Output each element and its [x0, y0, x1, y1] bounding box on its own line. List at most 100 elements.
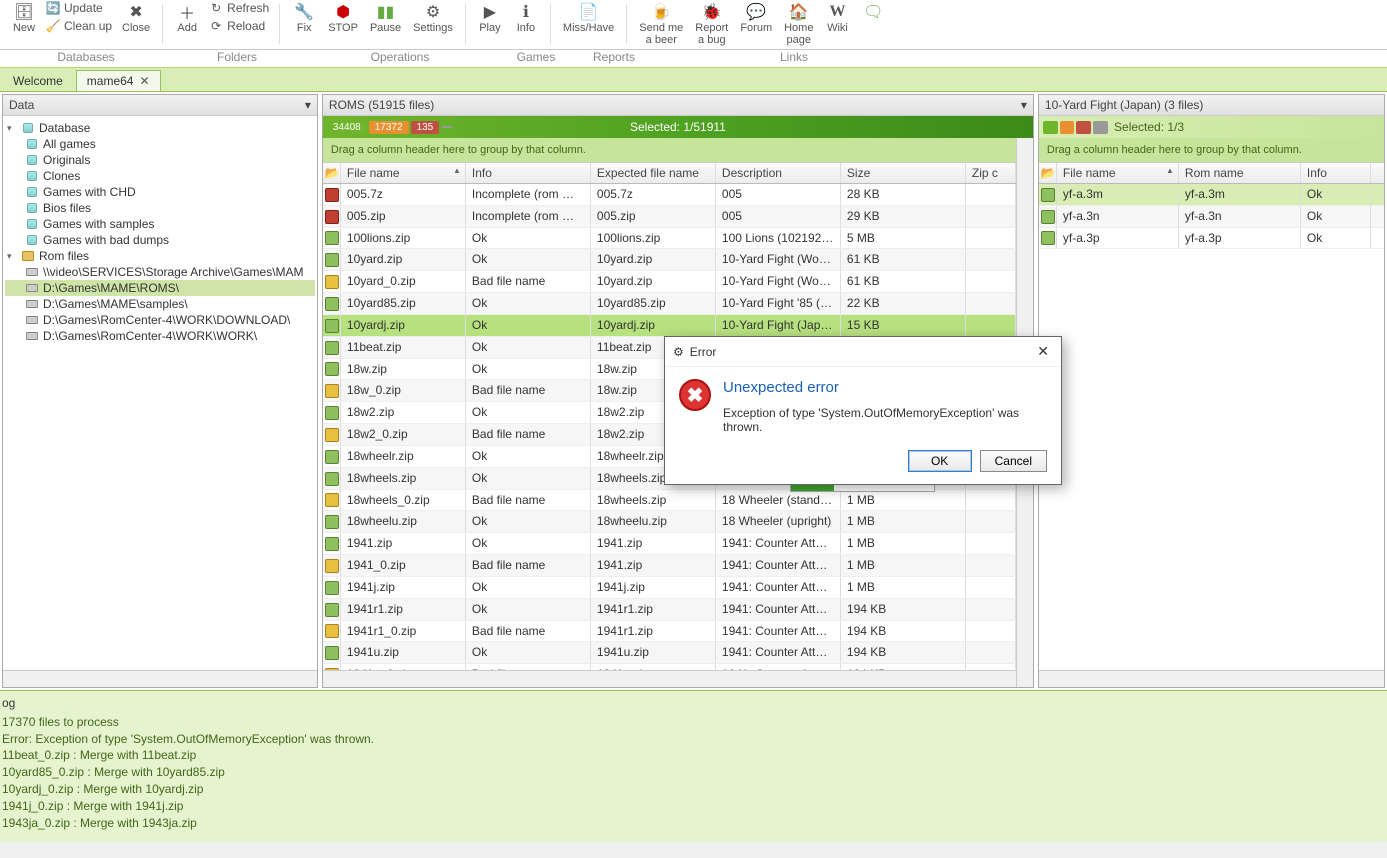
roms-row[interactable]: 18wheelu.zipOk18wheelu.zip18 Wheeler (up… [323, 511, 1016, 533]
tree-chd[interactable]: Games with CHD [5, 184, 315, 200]
chip-unk[interactable] [441, 126, 453, 128]
refresh-button[interactable]: ↻Refresh [205, 0, 273, 16]
cleanup-button[interactable]: 🧹Clean up [42, 18, 116, 34]
detail-col-filename[interactable]: File name [1057, 163, 1179, 183]
row-status-icon [325, 493, 339, 507]
group-hint[interactable]: Drag a column header here to group by th… [323, 138, 1016, 162]
dialog-ok-button[interactable]: OK [908, 450, 972, 472]
tree-database[interactable]: ▾Database [5, 120, 315, 136]
tree-path-1[interactable]: \\video\SERVICES\Storage Archive\Games\M… [5, 264, 315, 280]
beer-button[interactable]: 🍺Send me a beer [633, 0, 689, 48]
roms-row[interactable]: 1941u.zipOk1941u.zip1941: Counter Attack… [323, 642, 1016, 664]
info-button[interactable]: ℹInfo [508, 0, 544, 36]
log-line: 10yard85_0.zip : Merge with 10yard85.zip [2, 764, 1385, 781]
detail-col-info[interactable]: Info [1301, 163, 1371, 183]
chip-ok[interactable]: 34408 [327, 121, 367, 134]
tree-path-4[interactable]: D:\Games\RomCenter-4\WORK\DOWNLOAD\ [5, 312, 315, 328]
tab-welcome[interactable]: Welcome [2, 70, 74, 91]
settings-button[interactable]: ⚙Settings [407, 0, 459, 36]
dialog-heading: Unexpected error [723, 379, 1047, 396]
tree-clones[interactable]: Clones [5, 168, 315, 184]
roms-row[interactable]: 1941r1_0.zipBad file name1941r1.zip1941:… [323, 621, 1016, 643]
roms-panel-menu-icon[interactable]: ▾ [1021, 98, 1027, 112]
tree-bad-dumps[interactable]: Games with bad dumps [5, 232, 315, 248]
roms-row[interactable]: 005.7zIncomplete (rom missi...005.7z0052… [323, 184, 1016, 206]
home-button[interactable]: 🏠Home page [778, 0, 819, 48]
fix-button[interactable]: 🔧Fix [286, 0, 322, 36]
tree-samples[interactable]: Games with samples [5, 216, 315, 232]
tree-all-games[interactable]: All games [5, 136, 315, 152]
tree-path-2[interactable]: D:\Games\MAME\ROMS\ [5, 280, 315, 296]
tab-mame64[interactable]: mame64✕ [76, 70, 161, 91]
detail-grid-header: 📂 File name Rom name Info [1039, 162, 1384, 184]
misshave-button[interactable]: 📄Miss/Have [557, 0, 620, 36]
data-tree-panel: Data▾ ▾Database All games Originals Clon… [2, 94, 318, 688]
row-status-icon [325, 559, 339, 573]
forum-button[interactable]: 💬Forum [734, 0, 778, 36]
detail-chip-err[interactable] [1076, 121, 1091, 134]
row-status-icon [1041, 188, 1055, 202]
col-description[interactable]: Description [716, 163, 841, 183]
filter-icon[interactable]: 📂 [325, 166, 341, 180]
col-size[interactable]: Size [841, 163, 966, 183]
wiki-button[interactable]: WWiki [819, 0, 855, 36]
roms-row[interactable]: 10yardj.zipOk10yardj.zip10-Yard Fight (J… [323, 315, 1016, 337]
tree-path-5[interactable]: D:\Games\RomCenter-4\WORK\WORK\ [5, 328, 315, 344]
col-expected[interactable]: Expected file name [591, 163, 716, 183]
roms-row[interactable]: 10yard_0.zipBad file name10yard.zip10-Ya… [323, 271, 1016, 293]
roms-row[interactable]: 1941.zipOk1941.zip1941: Counter Attack (… [323, 533, 1016, 555]
roms-row[interactable]: 100lions.zipOk100lions.zip100 Lions (102… [323, 228, 1016, 250]
update-button[interactable]: 🔄Update [42, 0, 116, 16]
chip-err[interactable]: 135 [411, 121, 440, 134]
detail-chip-unk[interactable] [1093, 121, 1108, 134]
tree-path-3[interactable]: D:\Games\MAME\samples\ [5, 296, 315, 312]
detail-chip-ok[interactable] [1043, 121, 1058, 134]
detail-row[interactable]: yf-a.3pyf-a.3pOk [1039, 228, 1384, 250]
new-button[interactable]: 🗄New [6, 0, 42, 36]
ribbon: 🗄New 🔄Update 🧹Clean up ✖Close ＋Add ↻Refr… [0, 0, 1387, 50]
detail-selected-count: Selected: 1/3 [1114, 120, 1184, 134]
roms-row[interactable]: 1941j.zipOk1941j.zip1941: Counter Attack… [323, 577, 1016, 599]
play-button[interactable]: ▶Play [472, 0, 508, 36]
col-icon[interactable]: 📂 [323, 163, 341, 183]
tree-bios[interactable]: Bios files [5, 200, 315, 216]
detail-col-romname[interactable]: Rom name [1179, 163, 1301, 183]
detail-chip-warn[interactable] [1060, 121, 1075, 134]
detail-hscroll[interactable] [1039, 670, 1384, 687]
tab-close-icon[interactable]: ✕ [139, 74, 149, 88]
reload-button[interactable]: ⟳Reload [205, 18, 273, 34]
detail-group-hint[interactable]: Drag a column header here to group by th… [1039, 138, 1384, 162]
col-zip[interactable]: Zip c [966, 163, 1016, 183]
error-dialog: ⚙Error ✕ ✖ Unexpected error Exception of… [664, 336, 1062, 485]
ribbon-group-labels: Databases Folders Operations Games Repor… [0, 50, 1387, 68]
close-button[interactable]: ✖Close [116, 0, 156, 36]
detail-grid-body[interactable]: yf-a.3myf-a.3mOkyf-a.3nyf-a.3nOkyf-a.3py… [1039, 184, 1384, 670]
detail-col-icon[interactable]: 📂 [1039, 163, 1057, 183]
roms-row[interactable]: 1941r1.zipOk1941r1.zip1941: Counter Atta… [323, 599, 1016, 621]
col-info[interactable]: Info [466, 163, 591, 183]
tree-originals[interactable]: Originals [5, 152, 315, 168]
roms-row[interactable]: 10yard.zipOk10yard.zip10-Yard Fight (Wor… [323, 249, 1016, 271]
chat-button[interactable]: 🗨 [855, 0, 891, 24]
detail-row[interactable]: yf-a.3nyf-a.3nOk [1039, 206, 1384, 228]
add-button[interactable]: ＋Add [169, 0, 205, 36]
panel-caret-icon[interactable]: ▾ [305, 98, 311, 112]
dialog-close-button[interactable]: ✕ [1033, 343, 1053, 360]
stop-button[interactable]: ⬢STOP [322, 0, 364, 36]
roms-row[interactable]: 005.zipIncomplete (rom missi...005.zip00… [323, 206, 1016, 228]
chip-warn[interactable]: 17372 [369, 121, 409, 134]
row-status-icon [1041, 210, 1055, 224]
tree-romfiles[interactable]: ▾Rom files [5, 248, 315, 264]
col-filename[interactable]: File name [341, 163, 466, 183]
detail-row[interactable]: yf-a.3myf-a.3mOk [1039, 184, 1384, 206]
roms-row[interactable]: 1941_0.zipBad file name1941.zip1941: Cou… [323, 555, 1016, 577]
pause-button[interactable]: ▮▮Pause [364, 0, 407, 36]
row-status-icon [325, 275, 339, 289]
tree-hscroll[interactable] [3, 670, 317, 687]
bug-button[interactable]: 🐞Report a bug [689, 0, 734, 48]
roms-row[interactable]: 10yard85.zipOk10yard85.zip10-Yard Fight … [323, 293, 1016, 315]
detail-title: 10-Yard Fight (Japan) (3 files) [1045, 98, 1204, 112]
roms-row[interactable]: 18wheels_0.zipBad file name18wheels.zip1… [323, 490, 1016, 512]
dialog-cancel-button[interactable]: Cancel [980, 450, 1047, 472]
roms-hscroll[interactable] [323, 670, 1016, 687]
